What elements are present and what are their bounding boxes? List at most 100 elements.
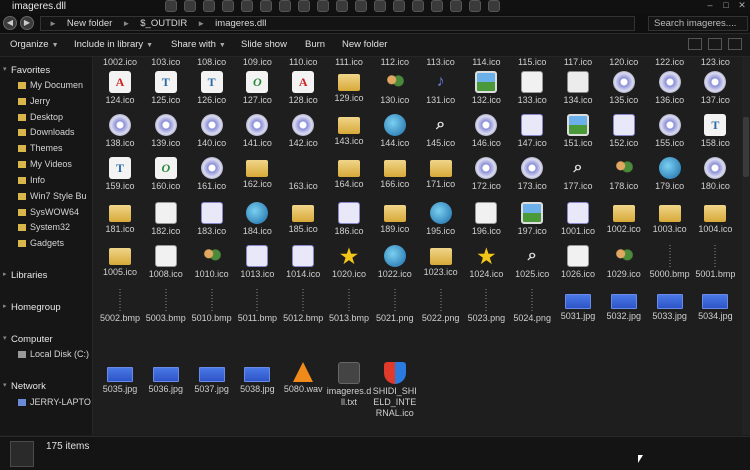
nav-item[interactable]: Desktop [18, 112, 92, 122]
file-item[interactable]: 163.ico [280, 157, 326, 192]
quick-icon[interactable] [260, 0, 272, 12]
view-options-icon[interactable] [688, 38, 702, 50]
file-item[interactable]: 173.ico [509, 157, 555, 192]
file-item[interactable]: 171.ico [418, 157, 464, 190]
file-item[interactable]: 129.ico [326, 71, 372, 104]
back-icon[interactable]: ◀ [3, 16, 17, 30]
burn-button[interactable]: Burn [305, 39, 325, 50]
file-item[interactable]: 186.ico [326, 202, 372, 237]
breadcrumb-item[interactable]: New folder [67, 18, 112, 29]
file-item[interactable]: 1029.ico [601, 245, 647, 280]
organize-button[interactable]: Organize ▼ [10, 39, 59, 50]
file-item[interactable]: 139.ico [143, 114, 189, 149]
file-item[interactable]: 134.ico [555, 71, 601, 106]
file-item[interactable]: 147.ico [509, 114, 555, 149]
file-item[interactable]: 140.ico [189, 114, 235, 149]
file-item[interactable]: 117.ico [555, 57, 601, 68]
file-item[interactable]: 162.ico [234, 157, 280, 190]
file-item[interactable]: ⌕ 145.ico [418, 114, 464, 149]
file-item[interactable]: 5035.jpg [97, 362, 143, 395]
file-item[interactable]: 1008.ico [143, 245, 189, 280]
file-item[interactable]: O 127.ico [234, 71, 280, 106]
file-item[interactable]: T 125.ico [143, 71, 189, 106]
nav-item[interactable]: Info [18, 175, 92, 185]
file-item[interactable]: 5021.png [372, 289, 418, 324]
quick-icon[interactable] [393, 0, 405, 12]
nav-homegroup[interactable]: Homegroup [11, 302, 61, 313]
file-item[interactable]: 166.ico [372, 157, 418, 190]
expand-arrow-icon[interactable]: ▸ [3, 270, 7, 278]
file-item[interactable]: 138.ico [97, 114, 143, 149]
file-item[interactable]: 130.ico [372, 71, 418, 106]
slideshow-button[interactable]: Slide show [241, 39, 287, 50]
file-item[interactable]: SHIDI_SHIELD_INTERNAL.ico [372, 362, 418, 419]
file-item[interactable]: 5001.bmp [692, 245, 738, 280]
quick-icon[interactable] [469, 0, 481, 12]
nav-item[interactable]: Jerry [18, 96, 92, 106]
file-item[interactable]: 178.ico [601, 157, 647, 192]
file-item[interactable]: T 159.ico [97, 157, 143, 192]
file-item[interactable]: 5034.jpg [692, 289, 738, 322]
file-item[interactable]: 109.ico [234, 57, 280, 68]
file-item[interactable]: 111.ico [326, 57, 372, 68]
file-item[interactable]: 184.ico [234, 202, 280, 237]
file-item[interactable]: 5038.jpg [234, 362, 280, 395]
expand-arrow-icon[interactable]: ▾ [3, 65, 7, 73]
file-item[interactable]: 5036.jpg [143, 362, 189, 395]
nav-network[interactable]: Network [11, 381, 46, 392]
file-item[interactable]: 161.ico [189, 157, 235, 192]
nav-item[interactable]: System32 [18, 222, 92, 232]
nav-item[interactable]: Themes [18, 143, 92, 153]
minimize-icon[interactable]: – [704, 0, 716, 11]
file-item[interactable]: 114.ico [463, 57, 509, 68]
file-item[interactable]: 196.ico [463, 202, 509, 237]
file-item[interactable]: 151.ico [555, 114, 601, 149]
file-item[interactable]: 5023.png [463, 289, 509, 324]
quick-icon[interactable] [241, 0, 253, 12]
file-item[interactable]: 155.ico [647, 114, 693, 149]
quick-icon[interactable] [412, 0, 424, 12]
file-item[interactable]: 143.ico [326, 114, 372, 147]
file-item[interactable]: 180.ico [692, 157, 738, 192]
file-item[interactable]: 5013.bmp [326, 289, 372, 324]
file-item[interactable]: 144.ico [372, 114, 418, 149]
expand-arrow-icon[interactable]: ▾ [3, 381, 7, 389]
file-item[interactable]: 182.ico [143, 202, 189, 237]
file-item[interactable]: 1022.ico [372, 245, 418, 280]
nav-item[interactable]: Win7 Style Bu [18, 191, 92, 201]
file-item[interactable]: 146.ico [463, 114, 509, 149]
quick-icon[interactable] [431, 0, 443, 12]
file-item[interactable]: 112.ico [372, 57, 418, 68]
file-item[interactable]: 1026.ico [555, 245, 601, 280]
nav-item[interactable]: Gadgets [18, 238, 92, 248]
file-item[interactable]: 137.ico [692, 71, 738, 106]
file-item[interactable]: ⌕ 177.ico [555, 157, 601, 192]
nav-item[interactable]: Downloads [18, 127, 92, 137]
quick-icon[interactable] [165, 0, 177, 12]
file-item[interactable]: 197.ico [509, 202, 555, 237]
breadcrumb[interactable]: ► New folder ► $_OUTDIR ► imageres.dll [40, 16, 635, 31]
file-item[interactable]: 142.ico [280, 114, 326, 149]
file-item[interactable]: 5037.jpg [189, 362, 235, 395]
file-item[interactable]: 5022.png [418, 289, 464, 324]
file-item[interactable]: 141.ico [234, 114, 280, 149]
file-item[interactable]: 110.ico [280, 57, 326, 68]
file-item[interactable]: 1001.ico [555, 202, 601, 237]
file-item[interactable]: 185.ico [280, 202, 326, 235]
expand-arrow-icon[interactable]: ▾ [3, 334, 7, 342]
file-item[interactable]: 136.ico [647, 71, 693, 106]
help-icon[interactable] [728, 38, 742, 50]
file-item[interactable]: 1002.ico [97, 57, 143, 68]
file-item[interactable]: 5032.jpg [601, 289, 647, 322]
nav-computer[interactable]: Computer [11, 334, 53, 345]
file-item[interactable]: 1014.ico [280, 245, 326, 280]
include-in-library-button[interactable]: Include in library ▼ [74, 39, 153, 50]
file-item[interactable]: 103.ico [143, 57, 189, 68]
file-item[interactable]: 1004.ico [692, 202, 738, 235]
file-item[interactable]: 1010.ico [189, 245, 235, 280]
quick-icon[interactable] [203, 0, 215, 12]
file-item[interactable]: 122.ico [647, 57, 693, 68]
preview-pane-icon[interactable] [708, 38, 722, 50]
share-with-button[interactable]: Share with ▼ [171, 39, 226, 50]
file-item[interactable]: 5003.bmp [143, 289, 189, 324]
